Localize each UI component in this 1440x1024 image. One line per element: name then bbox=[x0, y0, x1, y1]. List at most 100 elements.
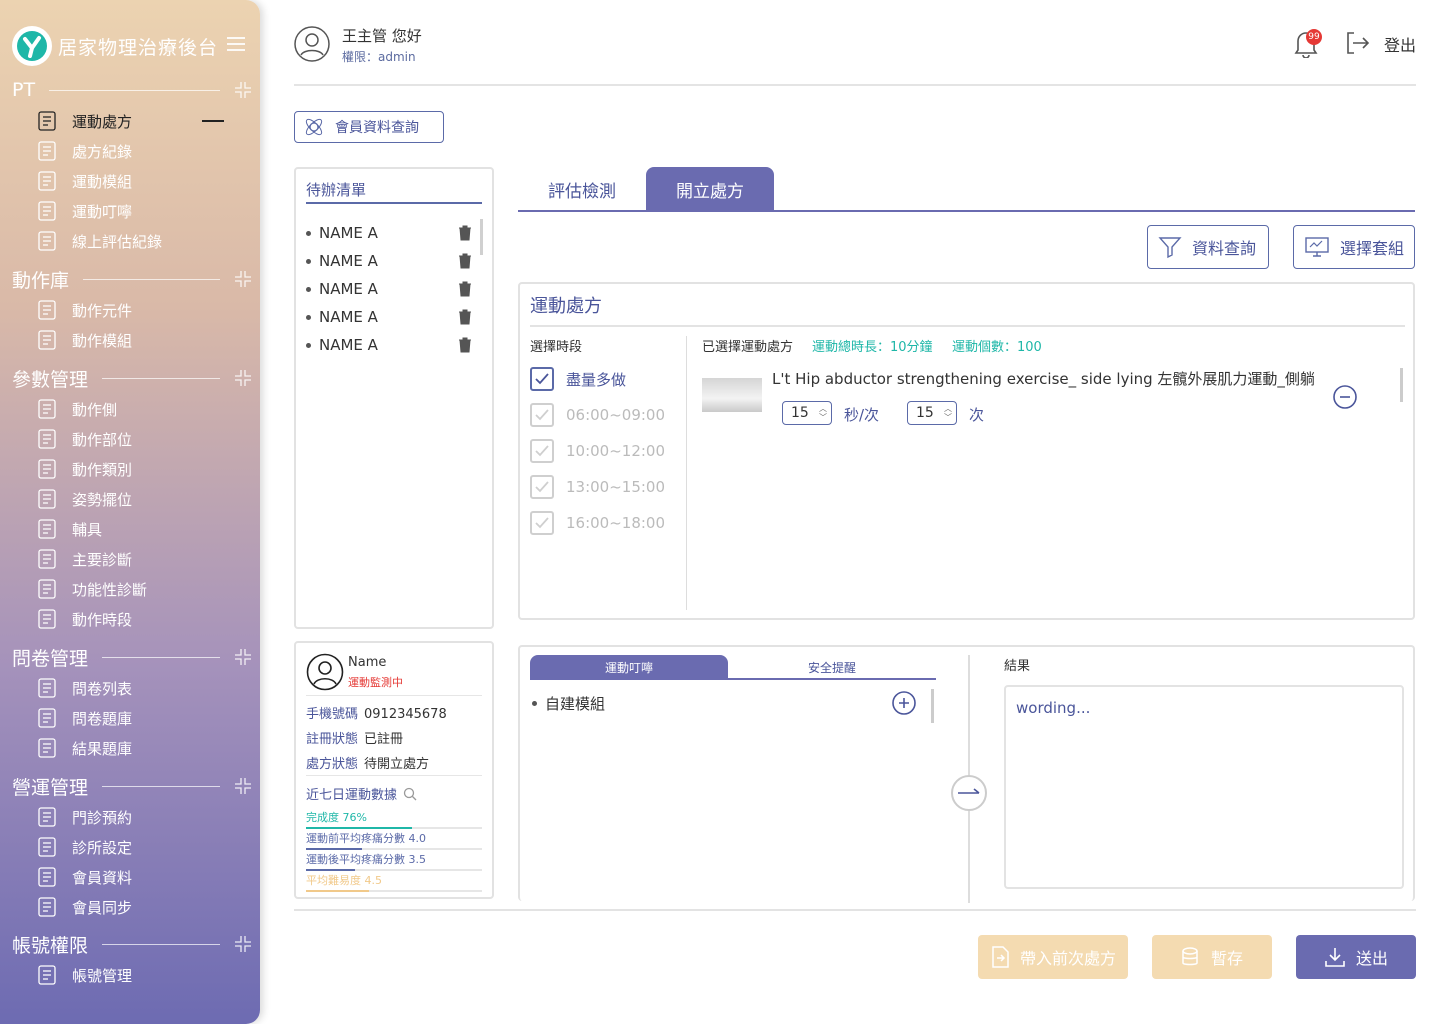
sidebar-item[interactable]: 診所設定 bbox=[34, 834, 234, 860]
todo-title-underline bbox=[306, 202, 482, 204]
checkbox[interactable] bbox=[530, 367, 554, 391]
recent-data-row[interactable]: 近七日運動數據 bbox=[306, 784, 417, 803]
seconds-unit: 秒/次 bbox=[844, 406, 880, 424]
trash-icon[interactable] bbox=[458, 337, 472, 353]
brand: 居家物理治療後台 bbox=[12, 26, 246, 66]
user-avatar-icon[interactable] bbox=[294, 26, 330, 62]
tab-evaluation[interactable]: 評估檢測 bbox=[518, 167, 646, 211]
logout-icon[interactable] bbox=[1344, 30, 1370, 56]
action-module-icon bbox=[34, 327, 60, 353]
search-icon[interactable] bbox=[403, 787, 417, 801]
user-permission: 權限：admin bbox=[342, 50, 416, 64]
move-right-button[interactable] bbox=[951, 775, 987, 811]
add-module-icon[interactable] bbox=[891, 690, 917, 716]
sidebar-item[interactable]: 運動模組 bbox=[34, 168, 234, 194]
todo-item[interactable]: NAME A bbox=[306, 219, 472, 247]
seconds-stepper[interactable]: 15 ︿ ﹀ bbox=[782, 401, 832, 425]
stepper-arrows-icon[interactable]: ︿ ﹀ bbox=[819, 404, 827, 422]
result-title: 結果 bbox=[1004, 659, 1031, 674]
sidebar-item[interactable]: 會員資料 bbox=[34, 864, 234, 890]
check-icon bbox=[535, 409, 549, 421]
sidebar-item[interactable]: 運動叮嚀 bbox=[34, 198, 234, 224]
member-register-row: 註冊狀態 已註冊 bbox=[306, 728, 403, 747]
sidebar-item[interactable]: 結果題庫 bbox=[34, 735, 234, 761]
sidebar-item[interactable]: 功能性診斷 bbox=[34, 576, 234, 602]
sidebar-item[interactable]: 動作類別 bbox=[34, 456, 234, 482]
todo-item[interactable]: NAME A bbox=[306, 275, 472, 303]
phone-value: 0912345678 bbox=[364, 707, 447, 722]
period-option: 16:00~18:00 bbox=[530, 511, 665, 535]
save-draft-button[interactable]: 暫存 bbox=[1152, 935, 1272, 979]
section-divider bbox=[102, 377, 220, 379]
bullet bbox=[306, 342, 311, 348]
module-scrollbar[interactable] bbox=[931, 689, 934, 723]
prescription-icon bbox=[34, 108, 60, 134]
member-query-button[interactable]: 會員資料查詢 bbox=[294, 111, 444, 143]
todo-item[interactable]: NAME A bbox=[306, 303, 472, 331]
result-textarea[interactable]: wording... bbox=[1004, 685, 1404, 889]
selected-scrollbar[interactable] bbox=[1400, 368, 1403, 402]
logout-button[interactable]: 登出 bbox=[1384, 32, 1416, 56]
sidebar-item[interactable]: 問卷列表 bbox=[34, 675, 234, 701]
sidebar-item-label: 結果題庫 bbox=[72, 739, 133, 758]
sidebar-item-label: 運動模組 bbox=[72, 172, 133, 191]
sidebar-item[interactable]: 運動處方 bbox=[34, 108, 234, 134]
sidebar-item[interactable]: 主要診斷 bbox=[34, 546, 234, 572]
subtab-underline bbox=[530, 678, 936, 680]
collapse-icon[interactable] bbox=[234, 777, 252, 795]
checkbox bbox=[530, 475, 554, 499]
collapse-icon[interactable] bbox=[234, 270, 252, 288]
sidebar-item-label: 問卷題庫 bbox=[72, 709, 133, 728]
stat-bar-fill bbox=[306, 848, 362, 850]
member-status: 運動監測中 bbox=[348, 676, 403, 689]
sidebar-item[interactable]: 問卷題庫 bbox=[34, 705, 234, 731]
reps-stepper[interactable]: 15 ︿ ﹀ bbox=[907, 401, 957, 425]
sidebar-item[interactable]: 動作時段 bbox=[34, 606, 234, 632]
tab-prescription[interactable]: 開立處方 bbox=[646, 167, 774, 211]
sidebar-item[interactable]: 輔具 bbox=[34, 516, 234, 542]
remove-exercise-icon[interactable] bbox=[1332, 384, 1358, 410]
checkbox bbox=[530, 511, 554, 535]
member-card: Name 運動監測中 手機號碼 0912345678 註冊狀態 已註冊 處方狀態 待開… bbox=[294, 641, 494, 899]
sidebar-item[interactable]: 線上評估紀錄 bbox=[34, 228, 234, 254]
trash-icon[interactable] bbox=[458, 281, 472, 297]
stat-label: 平均難易度 4.5 bbox=[306, 874, 382, 887]
phone-label: 手機號碼 bbox=[306, 707, 359, 722]
trash-icon[interactable] bbox=[458, 309, 472, 325]
sidebar-item[interactable]: 動作元件 bbox=[34, 297, 234, 323]
trash-icon[interactable] bbox=[458, 225, 472, 241]
collapse-icon[interactable] bbox=[234, 935, 252, 953]
stepper-arrows-icon[interactable]: ︿ ﹀ bbox=[944, 404, 952, 422]
check-icon bbox=[535, 481, 549, 493]
sidebar-section-label: 動作庫 bbox=[12, 269, 70, 292]
todo-item[interactable]: NAME A bbox=[306, 331, 472, 359]
sidebar-item[interactable]: 姿勢擺位 bbox=[34, 486, 234, 512]
send-button[interactable]: 送出 bbox=[1296, 935, 1416, 979]
sidebar-item[interactable]: 門診預約 bbox=[34, 804, 234, 830]
period-option[interactable]: 盡量多做 bbox=[530, 367, 626, 391]
collapse-icon[interactable] bbox=[234, 369, 252, 387]
tab-safety-reminder[interactable]: 安全提醒 bbox=[728, 655, 936, 679]
active-indicator bbox=[202, 120, 224, 122]
sidebar-section-label: 帳號權限 bbox=[12, 934, 89, 957]
sidebar-item[interactable]: 帳號管理 bbox=[34, 962, 234, 988]
section-divider bbox=[102, 943, 220, 945]
load-previous-button[interactable]: 帶入前次處方 bbox=[978, 935, 1128, 979]
todo-scrollbar[interactable] bbox=[480, 219, 483, 255]
tab-exercise-reminder[interactable]: 運動叮嚀 bbox=[530, 655, 728, 679]
sidebar-section-label: 營運管理 bbox=[12, 776, 89, 799]
sidebar-item-label: 主要診斷 bbox=[72, 550, 133, 569]
sidebar-item[interactable]: 會員同步 bbox=[34, 894, 234, 920]
sidebar-item[interactable]: 處方紀錄 bbox=[34, 138, 234, 164]
sidebar-item[interactable]: 動作側 bbox=[34, 396, 234, 422]
select-set-button[interactable]: 選擇套組 bbox=[1293, 225, 1415, 269]
sidebar-item[interactable]: 動作部位 bbox=[34, 426, 234, 452]
trash-icon[interactable] bbox=[458, 253, 472, 269]
hamburger-menu-icon[interactable] bbox=[226, 36, 246, 56]
sidebar-item[interactable]: 動作模組 bbox=[34, 327, 234, 353]
self-module-item[interactable]: 自建模組 bbox=[532, 693, 605, 714]
todo-item[interactable]: NAME A bbox=[306, 247, 472, 275]
collapse-icon[interactable] bbox=[234, 81, 252, 99]
collapse-icon[interactable] bbox=[234, 648, 252, 666]
data-query-button[interactable]: 資料查詢 bbox=[1147, 225, 1269, 269]
